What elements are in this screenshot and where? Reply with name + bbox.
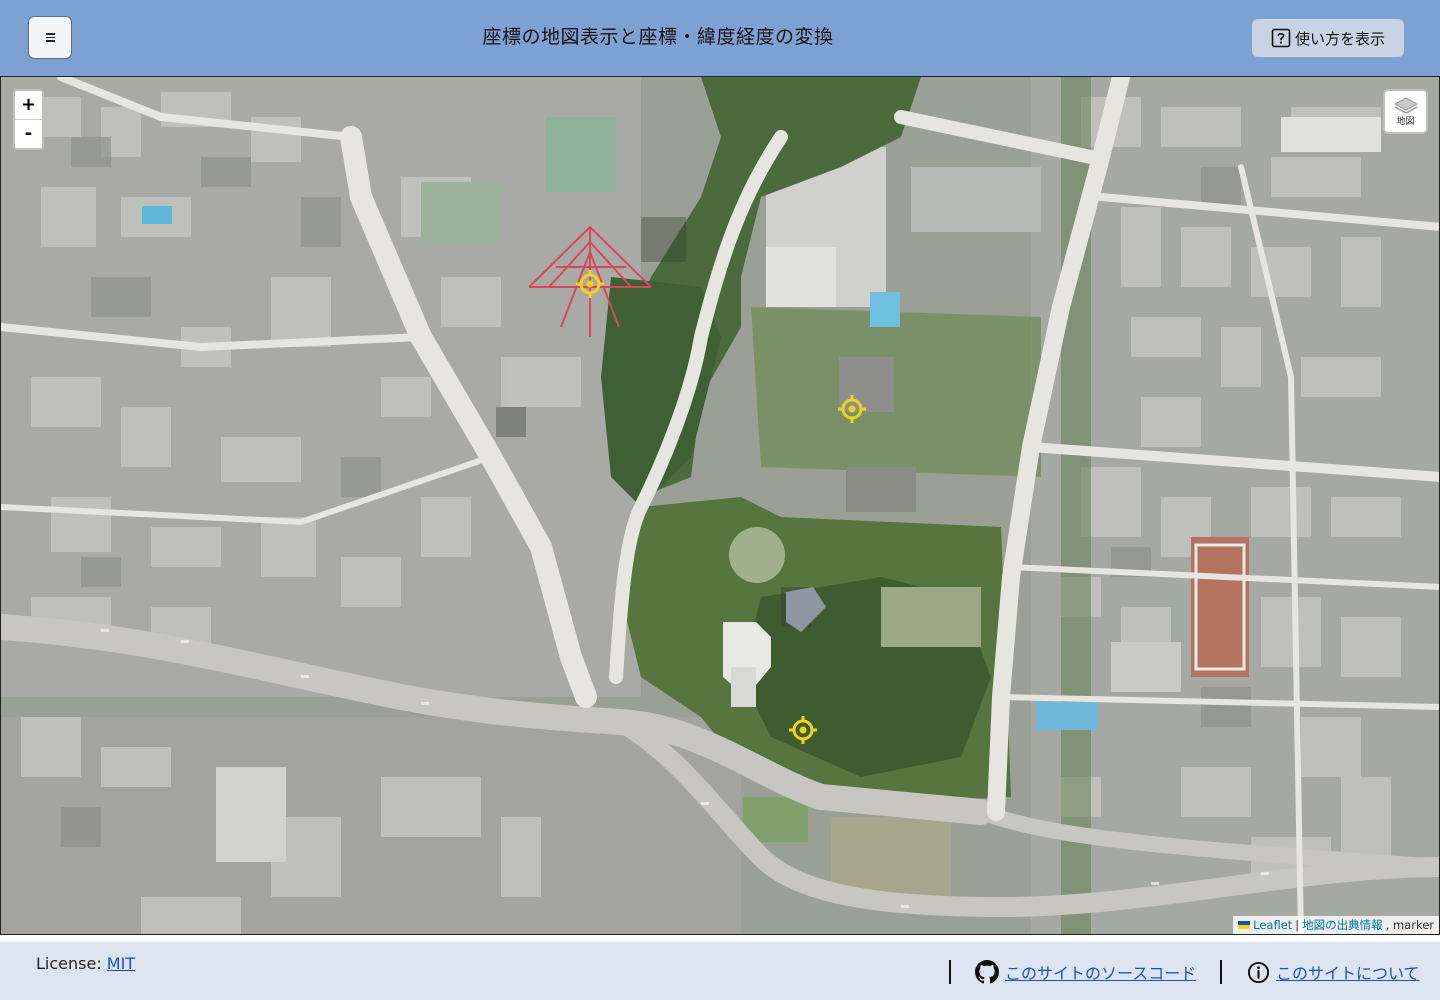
layer-control-button[interactable]: 地図 (1383, 89, 1428, 134)
app-footer: License: MIT このサイトのソースコード このサイトについて (0, 942, 1440, 1000)
page-title: 座標の地図表示と座標・緯度経度の変換 (482, 26, 834, 48)
github-icon (975, 960, 999, 984)
license-label: License: (36, 954, 107, 973)
map-view[interactable]: + - 地図 Leaflet | 地図の出典情報, marker (0, 76, 1440, 935)
footer-divider (1220, 960, 1222, 984)
about-link-container: このサイトについて (1247, 960, 1420, 984)
map-source-link[interactable]: 地図の出典情報 (1302, 917, 1383, 933)
crosshair-marker-icon[interactable] (838, 395, 866, 423)
license-link[interactable]: MIT (107, 954, 135, 973)
app-header: 座標の地図表示と座標・緯度経度の変換 使い方を表示 (0, 0, 1440, 76)
info-circle-icon (1247, 961, 1270, 983)
attribution-separator: | (1295, 918, 1300, 932)
zoom-in-button[interactable]: + (15, 91, 42, 120)
aerial-photo-tiles[interactable] (1, 77, 1440, 935)
layers-icon (1393, 97, 1418, 114)
ukraine-flag-icon (1238, 921, 1251, 929)
source-code-link-container: このサイトのソースコード (975, 960, 1196, 984)
footer-divider (949, 960, 951, 984)
crosshair-marker-icon[interactable] (789, 716, 817, 744)
map-attribution: Leaflet | 地図の出典情報, marker (1233, 916, 1439, 934)
help-button[interactable]: 使い方を表示 (1252, 19, 1404, 57)
crosshair-marker-icon[interactable] (576, 270, 604, 298)
question-box-icon (1271, 28, 1291, 48)
zoom-out-button[interactable]: - (15, 120, 42, 149)
help-button-label: 使い方を表示 (1294, 29, 1385, 48)
about-link[interactable]: このサイトについて (1276, 960, 1420, 984)
leaflet-link[interactable]: Leaflet (1253, 918, 1292, 932)
attribution-suffix: , marker (1385, 918, 1434, 932)
zoom-control: + - (13, 89, 44, 150)
source-code-link[interactable]: このサイトのソースコード (1005, 960, 1196, 984)
license-info: License: MIT (36, 954, 135, 973)
layer-control-label: 地図 (1396, 117, 1415, 127)
